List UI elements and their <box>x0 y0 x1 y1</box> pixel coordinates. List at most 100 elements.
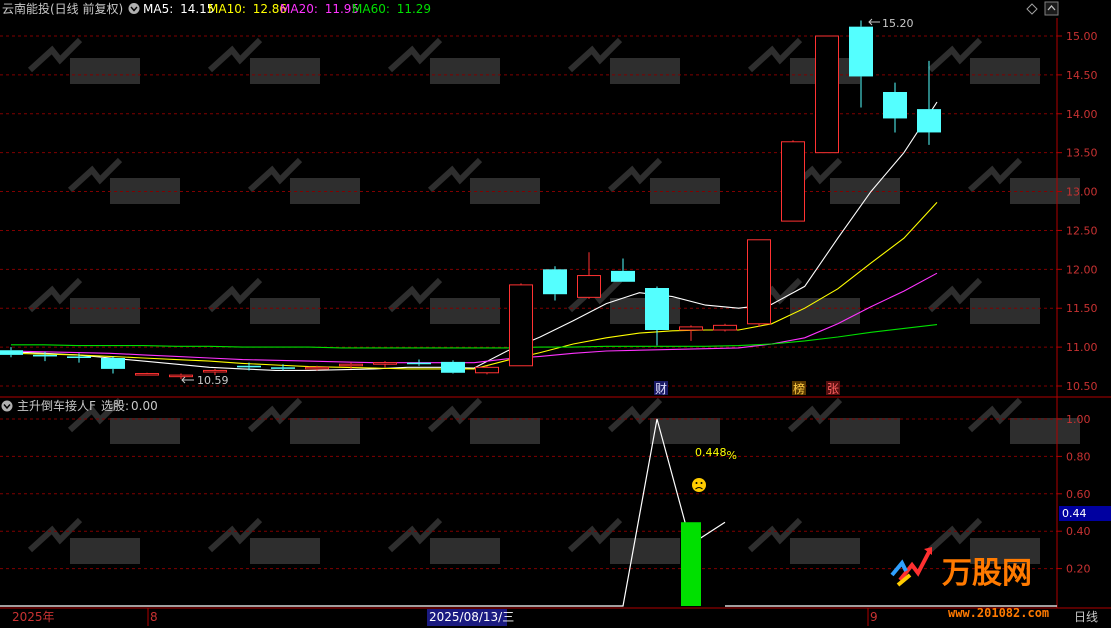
watermark-mark <box>567 37 680 84</box>
candle[interactable] <box>101 356 125 374</box>
price-tick-label: 11.00 <box>1066 341 1098 354</box>
candle[interactable] <box>407 359 431 366</box>
watermark-mark <box>427 157 540 204</box>
ma60-line <box>11 324 938 349</box>
candle[interactable] <box>611 258 635 282</box>
ma10-legend: MA10: 12.86 <box>208 2 287 16</box>
watermark-mark <box>787 157 900 204</box>
candle-body <box>237 365 261 368</box>
watermark-mark <box>207 517 320 564</box>
watermark-mark <box>247 397 360 444</box>
stock-name: 云南能投 <box>2 1 50 16</box>
candle-body <box>101 358 125 369</box>
indicator-tick-label: 0.40 <box>1066 525 1091 538</box>
price-tick-label: 12.00 <box>1066 263 1098 276</box>
svg-text:万股网: 万股网 <box>942 556 1032 591</box>
candle[interactable] <box>849 20 873 108</box>
watermark-mark <box>747 517 860 564</box>
candle-body <box>0 350 23 355</box>
svg-text:www.201082.com: www.201082.com <box>948 606 1049 620</box>
indicator-tick-label: 1.00 <box>1066 413 1091 426</box>
indicator-annotations: 0.448% 0.44 <box>692 446 1111 521</box>
candle-body <box>169 374 193 378</box>
kline-chart[interactable]: 10.50 11.00 11.50 12.00 12.50 13.00 13.50 14.00… <box>0 0 1111 628</box>
candle[interactable] <box>747 239 771 327</box>
candle[interactable] <box>543 266 567 301</box>
select-label: 选股: <box>101 399 129 413</box>
ma60-value: 11.29 <box>397 2 431 16</box>
candle[interactable] <box>815 35 839 154</box>
watermark-mark <box>27 277 140 324</box>
cai-badge[interactable]: 财 <box>654 381 668 396</box>
price-tick-label: 13.00 <box>1066 186 1098 199</box>
ma-toggle-icon[interactable] <box>128 3 140 14</box>
candle-body <box>203 369 227 373</box>
candle[interactable] <box>645 286 669 346</box>
percent-label: 0.448% <box>695 446 737 462</box>
ma20-label: MA20: <box>280 2 318 16</box>
candle-body <box>645 288 669 330</box>
watermark-mark <box>207 37 320 84</box>
candle-body <box>679 326 703 331</box>
candle-body <box>883 92 907 119</box>
brand-logo: 万股网 www.201082.com <box>890 547 1049 620</box>
candle-body <box>781 141 805 222</box>
candle[interactable] <box>577 252 601 299</box>
ma20-legend: MA20: 11.95 <box>280 2 359 16</box>
cai-text: 财 <box>655 382 667 396</box>
candle[interactable] <box>0 347 23 358</box>
year-label: 2025年 <box>12 610 55 624</box>
indicator-line <box>0 418 726 607</box>
candle[interactable] <box>917 60 941 145</box>
panel-collapse-button[interactable] <box>1044 1 1059 16</box>
candle[interactable] <box>679 325 703 341</box>
bang-badge[interactable]: 榜 <box>792 381 806 396</box>
indicator-panel <box>0 418 1057 607</box>
candle-body <box>713 324 737 331</box>
indicator-tick-label: 0.20 <box>1066 563 1091 576</box>
select-value: 0.00 <box>131 399 158 413</box>
indicator-name: 主升倒车接人F <box>17 398 96 413</box>
sad-face-icon <box>692 478 706 492</box>
indicator-toggle-icon[interactable] <box>1 400 13 412</box>
candle[interactable] <box>781 140 805 222</box>
zhang-badge[interactable]: 张 <box>826 381 840 396</box>
candle[interactable] <box>883 82 907 133</box>
candle-body <box>305 366 329 370</box>
watermark-mark <box>247 157 360 204</box>
candle[interactable] <box>373 361 397 368</box>
x-axis: 2025年 8 2025/08/13/三 9 日线 <box>12 608 1098 626</box>
candle-body <box>917 109 941 133</box>
ma10-label: MA10: <box>208 2 246 16</box>
candle-body <box>33 354 57 357</box>
candle[interactable] <box>441 360 465 374</box>
candle-body <box>339 363 363 367</box>
ma5-legend: MA5: 14.15 <box>143 2 214 16</box>
watermark-mark <box>27 37 140 84</box>
indicator-tick-label: 0.80 <box>1066 450 1091 463</box>
diamond-icon[interactable] <box>1026 3 1038 15</box>
ma5-label: MA5: <box>143 2 173 16</box>
candle[interactable] <box>475 365 499 375</box>
crosshair-date-label: 2025/08/13/三 <box>429 610 514 624</box>
watermark-mark <box>387 517 500 564</box>
current-value-text: 0.44 <box>1062 507 1087 520</box>
watermark-mark <box>927 277 1040 324</box>
candle-body <box>543 269 567 295</box>
price-tick-label: 15.00 <box>1066 30 1098 43</box>
price-tick-label: 14.00 <box>1066 108 1098 121</box>
ma60-legend: MA60: 11.29 <box>352 2 431 16</box>
candle[interactable] <box>135 372 159 376</box>
watermark-mark <box>967 157 1080 204</box>
watermark-mark <box>387 37 500 84</box>
candle-body <box>849 26 873 77</box>
watermark-mark <box>67 157 180 204</box>
month-label-8: 8 <box>150 610 158 624</box>
ma60-label: MA60: <box>352 2 390 16</box>
period-indicator[interactable]: 日线 <box>1074 610 1098 624</box>
candle[interactable] <box>713 323 737 332</box>
indicator-bar <box>681 522 701 606</box>
candle[interactable] <box>169 373 193 379</box>
candle-body <box>475 366 499 374</box>
candle[interactable] <box>509 283 533 367</box>
